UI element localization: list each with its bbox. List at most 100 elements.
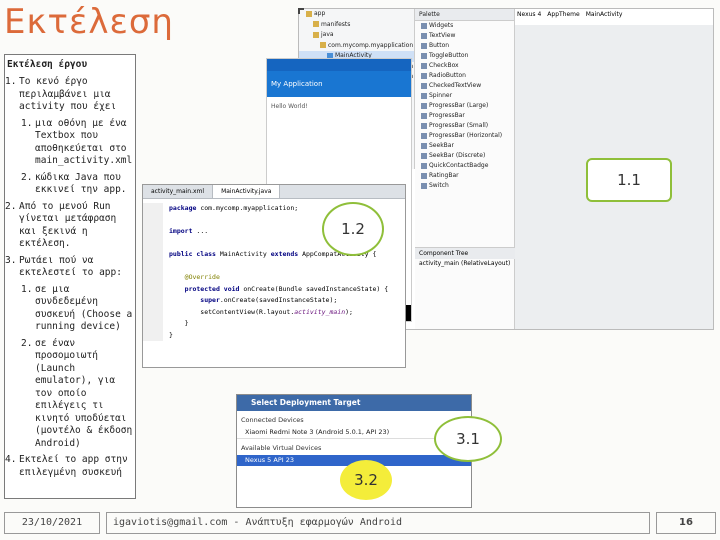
- gutter: [143, 272, 163, 284]
- widget-icon: [421, 42, 427, 49]
- code-token: onCreate(Bundle savedInstanceState) {: [243, 284, 389, 293]
- code-token: super: [169, 296, 220, 304]
- widget-icon: [421, 112, 427, 119]
- widget-icon: [421, 162, 427, 169]
- list-item-text: σε μια συνδεδεμένη συσκευή (Choose a run…: [35, 283, 133, 333]
- code-token: .onCreate(savedInstanceState);: [219, 296, 338, 304]
- list-item-number: 2.: [21, 171, 33, 183]
- palette-item[interactable]: ProgressBar: [415, 111, 514, 121]
- palette-item[interactable]: SeekBar: [415, 141, 514, 151]
- palette-item[interactable]: RadioButton: [415, 71, 514, 81]
- tree-item-label: manifests: [321, 20, 351, 28]
- palette-item[interactable]: CheckedTextView: [415, 81, 514, 91]
- palette-item[interactable]: CheckBox: [415, 61, 514, 71]
- palette-item-label: ProgressBar (Large): [429, 102, 489, 109]
- callout-3-1: 3.1: [434, 416, 502, 462]
- tab-activity-main-xml[interactable]: activity_main.xml: [143, 185, 214, 198]
- palette-item[interactable]: TextView: [415, 31, 514, 41]
- folder-icon: [320, 42, 326, 48]
- folder-icon: [306, 10, 312, 17]
- palette-item[interactable]: ProgressBar (Small): [415, 121, 514, 131]
- palette-item[interactable]: Widgets: [415, 21, 514, 31]
- palette-item-label: SeekBar: [429, 142, 454, 149]
- slide-title: Εκτέλεση: [4, 2, 174, 42]
- code-token: activity_main: [294, 307, 346, 316]
- footer-author: igaviotis@gmail.com - Ανάπτυξη εφαρμογών…: [106, 512, 650, 534]
- list-item: 3. Ρωτάει πού να εκτελεστεί το app:: [5, 255, 135, 280]
- callout-1-2: 1.2: [322, 202, 384, 256]
- palette-item[interactable]: Switch: [415, 181, 514, 191]
- gutter: [143, 214, 163, 226]
- list-item-number: 1.: [21, 283, 33, 295]
- component-tree-header: Component Tree: [415, 248, 515, 259]
- palette-item-label: Switch: [429, 182, 449, 189]
- palette-item-label: Widgets: [429, 22, 454, 29]
- palette-item-label: SeekBar (Discrete): [429, 152, 486, 159]
- tree-item[interactable]: app: [299, 9, 414, 20]
- code-line: [143, 260, 405, 272]
- toolbar-dropdown[interactable]: Nexus 4: [517, 11, 541, 18]
- palette-item[interactable]: SeekBar (Discrete): [415, 151, 514, 161]
- code-token: }: [169, 319, 189, 327]
- page-number: 16: [656, 512, 716, 534]
- code-token: MainActivity: [219, 250, 271, 258]
- list-item: 2. σε έναν προσομοιωτή (Launch emulator),…: [5, 338, 135, 451]
- palette-item[interactable]: ToggleButton: [415, 51, 514, 61]
- widget-icon: [421, 172, 427, 179]
- widget-icon: [421, 82, 427, 89]
- toolbar-dropdown[interactable]: AppTheme: [547, 11, 579, 18]
- list-item: 2. κώδικα Java που εκκινεί την app.: [5, 172, 135, 197]
- widget-icon: [421, 22, 427, 29]
- tree-item[interactable]: com.mycomp.myapplication: [299, 41, 414, 52]
- palette-item-label: RadioButton: [429, 72, 466, 79]
- code-token: @Override: [169, 273, 220, 281]
- widget-icon: [421, 52, 427, 59]
- toolbar-dropdown[interactable]: MainActivity: [586, 11, 623, 18]
- tree-item-label: app: [314, 10, 326, 17]
- tree-item[interactable]: manifests: [299, 20, 414, 31]
- tab-main-activity-java[interactable]: MainActivity.java: [213, 185, 281, 198]
- gutter: [143, 237, 163, 249]
- code-line: @Override: [143, 272, 405, 284]
- palette-item[interactable]: QuickContactBadge: [415, 161, 514, 171]
- gutter: [143, 329, 163, 341]
- tree-item-label: java: [321, 31, 334, 38]
- tree-item-label: com.mycomp.myapplication: [328, 41, 414, 49]
- list-item-number: 4.: [5, 454, 17, 465]
- palette-item[interactable]: ProgressBar (Large): [415, 101, 514, 111]
- palette-item[interactable]: ProgressBar (Horizontal): [415, 131, 514, 141]
- list-item-text: Το κενό έργο περιλαμβάνει μια activity π…: [19, 76, 117, 112]
- component-tree-row[interactable]: activity_main (RelativeLayout): [415, 259, 515, 269]
- footer-date: 23/10/2021: [4, 512, 100, 534]
- folder-icon: [313, 31, 319, 38]
- gutter: [143, 283, 163, 295]
- gutter: [143, 249, 163, 261]
- palette-item[interactable]: Button: [415, 41, 514, 51]
- palette-item-label: Spinner: [429, 92, 453, 99]
- list-item-number: 2.: [21, 337, 33, 349]
- palette-item-label: TextView: [429, 32, 456, 39]
- palette-item[interactable]: RatingBar: [415, 171, 514, 181]
- widget-icon: [421, 32, 427, 39]
- code-token: ...: [196, 227, 209, 235]
- list-item-text: Από το μενού Run γίνεται μετάφραση και ξ…: [19, 200, 117, 250]
- list-item-number: 3.: [5, 254, 17, 266]
- callout-3-2: 3.2: [340, 460, 392, 500]
- palette-item-label: ProgressBar (Horizontal): [429, 132, 503, 139]
- widget-icon: [421, 72, 427, 79]
- list-item-number: 1.: [5, 76, 17, 87]
- code-token: com.mycomp.myapplication;: [200, 204, 299, 212]
- palette-item[interactable]: Spinner: [415, 91, 514, 101]
- widget-icon: [421, 92, 427, 99]
- list-item: 1. Το κενό έργο περιλαμβάνει μια activity…: [5, 76, 135, 114]
- status-bar: [267, 59, 411, 71]
- editor-tabs: activity_main.xml MainActivity.java: [143, 185, 405, 199]
- widget-icon: [421, 142, 427, 149]
- tree-item[interactable]: java: [299, 30, 414, 41]
- list-item-text: σε έναν προσομοιωτή (Launch emulator), γ…: [35, 337, 133, 449]
- panel-subtitle: Εκτέλεση έργου: [7, 59, 88, 70]
- code-line: }: [143, 318, 405, 330]
- footer: 23/10/2021 igaviotis@gmail.com - Ανάπτυξ…: [0, 512, 720, 540]
- list-item-number: 1.: [21, 117, 33, 129]
- list-item: 1. μια οθόνη με ένα Textbox που αποθηκεύε…: [5, 118, 135, 168]
